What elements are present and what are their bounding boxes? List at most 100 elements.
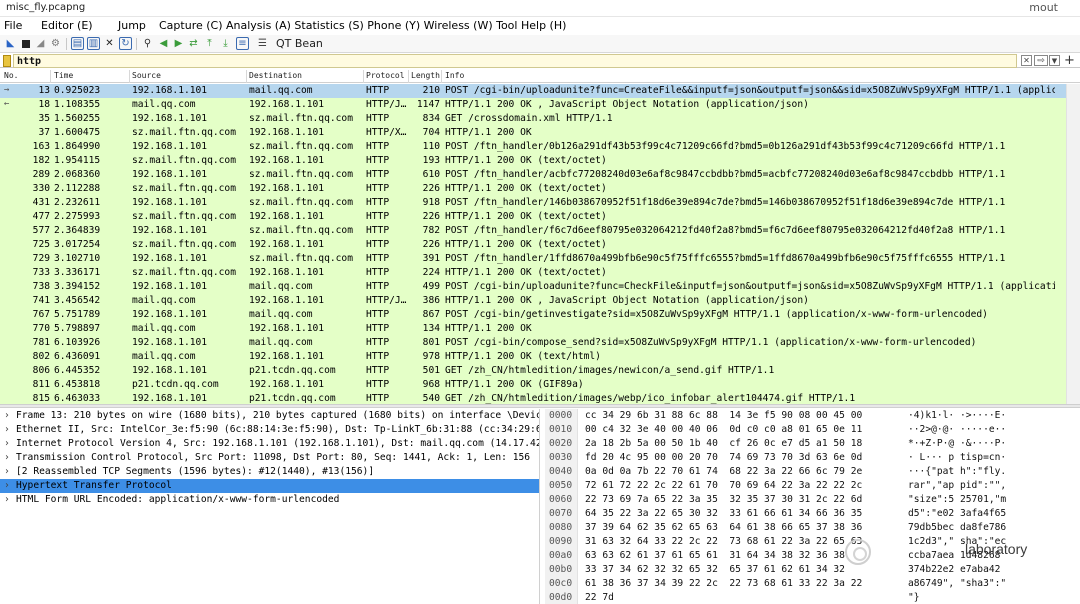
packet-time: 2.232611: [54, 197, 101, 208]
packet-row[interactable]: 330 2.112288 sz.mail.ftn.qq.com 192.168.1.1…: [0, 182, 1080, 196]
packet-row[interactable]: 741 3.456542 mail.qq.com 192.168.1.101 HTTP/…: [0, 294, 1080, 308]
col-header-source[interactable]: Source: [132, 71, 161, 80]
restart-icon[interactable]: ◢: [34, 37, 47, 50]
packet-row[interactable]: 781 6.103926 192.168.1.101 mail.qq.com HTTP 8…: [0, 336, 1080, 350]
packet-source: mail.qq.com: [132, 99, 196, 110]
col-header-no[interactable]: No.: [4, 71, 18, 80]
column-separator[interactable]: [50, 70, 51, 83]
add-filter-button-icon[interactable]: +: [1064, 53, 1075, 68]
autoscroll-icon[interactable]: ≡: [236, 37, 249, 50]
shark-fin-icon[interactable]: ◣: [4, 37, 17, 50]
reload-icon[interactable]: ↻: [119, 37, 132, 50]
packet-row[interactable]: 802 6.436091 mail.qq.com 192.168.1.101 HTTP 9…: [0, 350, 1080, 364]
colorize-icon[interactable]: ☰: [256, 37, 269, 50]
column-separator[interactable]: [408, 70, 409, 83]
bytes-row[interactable]: 0000 cc 34 29 6b 31 88 6c 88 14 3e f5 90 …: [545, 409, 1080, 423]
packet-row[interactable]: 577 2.364839 192.168.1.101 sz.mail.ftn.qq.c…: [0, 224, 1080, 238]
packet-source: 192.168.1.101: [132, 337, 208, 348]
packet-row[interactable]: 725 3.017254 sz.mail.ftn.qq.com 192.168.1.1…: [0, 238, 1080, 252]
column-separator[interactable]: [363, 70, 364, 83]
apply-filter-icon[interactable]: ⇨: [1034, 55, 1048, 66]
back-icon[interactable]: ◀: [157, 37, 170, 50]
stop-icon[interactable]: [19, 37, 32, 50]
detail-tree-item[interactable]: › Transmission Control Protocol, Src Port…: [0, 451, 539, 465]
minimize-button[interactable]: mout: [1029, 1, 1058, 14]
menu-edit[interactable]: Editor (E): [41, 19, 93, 32]
find-icon[interactable]: ⚲: [141, 37, 154, 50]
bytes-hex: 0a 0d 0a 7b 22 70 61 74 68 22 3a 22 66 6…: [585, 466, 863, 477]
packet-source: 192.168.1.101: [132, 393, 208, 404]
options-icon[interactable]: ⚙: [49, 37, 62, 50]
detail-tree-item[interactable]: › HTML Form URL Encoded: application/x-ww…: [0, 493, 539, 507]
packet-length: 499: [422, 281, 440, 292]
column-separator[interactable]: [246, 70, 247, 83]
expand-arrow-icon[interactable]: ›: [4, 466, 10, 477]
packet-time: 2.068360: [54, 169, 101, 180]
menu-file[interactable]: File: [4, 19, 22, 32]
packet-row[interactable]: 477 2.275993 sz.mail.ftn.qq.com 192.168.1.1…: [0, 210, 1080, 224]
column-separator[interactable]: [129, 70, 130, 83]
bytes-row[interactable]: 0020 2a 18 2b 5a 00 50 1b 40 cf 26 0c e7 …: [545, 437, 1080, 451]
packet-row[interactable]: 733 3.336171 sz.mail.ftn.qq.com 192.168.1.1…: [0, 266, 1080, 280]
menu-jump[interactable]: Jump: [118, 19, 146, 32]
detail-tree-item[interactable]: › Frame 13: 210 bytes on wire (1680 bits)…: [0, 409, 539, 423]
packet-row[interactable]: 729 3.102710 192.168.1.101 sz.mail.ftn.qq.c…: [0, 252, 1080, 266]
detail-tree-item[interactable]: › Internet Protocol Version 4, Src: 192.1…: [0, 437, 539, 451]
col-header-time[interactable]: Time: [54, 71, 73, 80]
packet-row[interactable]: 738 3.394152 192.168.1.101 mail.qq.com HTTP 4…: [0, 280, 1080, 294]
detail-tree-item[interactable]: › [2 Reassembled TCP Segments (1596 bytes…: [0, 465, 539, 479]
packet-row[interactable]: ← 18 1.108355 mail.qq.com 192.168.1.101 HTTP/…: [0, 98, 1080, 112]
first-packet-icon[interactable]: ⤒: [203, 37, 216, 50]
packet-details-pane: › Frame 13: 210 bytes on wire (1680 bits)…: [0, 409, 540, 604]
clear-filter-icon[interactable]: ✕: [1021, 55, 1032, 66]
packet-source: sz.mail.ftn.qq.com: [132, 211, 236, 222]
detail-tree-item[interactable]: › Hypertext Transfer Protocol: [0, 479, 539, 493]
packet-row[interactable]: 770 5.798897 mail.qq.com 192.168.1.101 HTTP 1…: [0, 322, 1080, 336]
expand-arrow-icon[interactable]: ›: [4, 452, 10, 463]
bytes-row[interactable]: 0080 37 39 64 62 35 62 65 63 64 61 38 66 …: [545, 521, 1080, 535]
col-header-protocol[interactable]: Protocol: [366, 71, 405, 80]
packet-row[interactable]: 289 2.068360 192.168.1.101 sz.mail.ftn.qq.c…: [0, 168, 1080, 182]
packet-row[interactable]: 182 1.954115 sz.mail.ftn.qq.com 192.168.1.1…: [0, 154, 1080, 168]
col-header-destination[interactable]: Destination: [249, 71, 302, 80]
bytes-row[interactable]: 0060 22 73 69 7a 65 22 3a 35 32 35 37 30 …: [545, 493, 1080, 507]
bytes-row[interactable]: 0050 72 61 72 22 2c 22 61 70 70 69 64 22 …: [545, 479, 1080, 493]
bytes-row[interactable]: 0040 0a 0d 0a 7b 22 70 61 74 68 22 3a 22 …: [545, 465, 1080, 479]
qt-bean-label[interactable]: QT Bean: [276, 37, 323, 50]
detail-tree-item[interactable]: › Ethernet II, Src: IntelCor_3e:f5:90 (6c…: [0, 423, 539, 437]
expand-arrow-icon[interactable]: ›: [4, 438, 10, 449]
packet-row[interactable]: 37 1.600475 sz.mail.ftn.qq.com 192.168.1.10…: [0, 126, 1080, 140]
bookmark-icon[interactable]: [3, 55, 11, 67]
col-header-length[interactable]: Length: [411, 71, 440, 80]
bytes-row[interactable]: 0010 00 c4 32 3e 40 00 40 06 0d c0 c0 a8 …: [545, 423, 1080, 437]
packet-row[interactable]: 806 6.445352 192.168.1.101 p21.tcdn.qq.com H…: [0, 364, 1080, 378]
expand-arrow-icon[interactable]: ›: [4, 494, 10, 505]
packet-row[interactable]: 431 2.232611 192.168.1.101 sz.mail.ftn.qq.c…: [0, 196, 1080, 210]
forward-icon[interactable]: ▶: [172, 37, 185, 50]
display-filter-input[interactable]: http: [13, 54, 1017, 68]
packet-list-scrollbar[interactable]: [1066, 84, 1080, 404]
packet-row[interactable]: 815 6.463033 192.168.1.101 p21.tcdn.qq.com H…: [0, 392, 1080, 404]
bytes-row[interactable]: 00c0 61 38 36 37 34 39 22 2c 22 73 68 61 …: [545, 577, 1080, 591]
packet-row[interactable]: 767 5.751789 192.168.1.101 mail.qq.com HTTP 8…: [0, 308, 1080, 322]
go-to-packet-icon[interactable]: ⇄: [187, 37, 200, 50]
open-file-icon[interactable]: ▤: [71, 37, 84, 50]
filter-history-dropdown-icon[interactable]: ▼: [1049, 55, 1060, 66]
bytes-row[interactable]: 00d0 22 7d "}: [545, 591, 1080, 604]
col-header-info[interactable]: Info: [445, 71, 464, 80]
packet-row[interactable]: → 13 0.925023 192.168.1.101 mail.qq.com HTTP 2…: [0, 84, 1080, 98]
bytes-row[interactable]: 0030 fd 20 4c 95 00 00 20 70 74 69 73 70 …: [545, 451, 1080, 465]
menu-rest[interactable]: Capture (C) Analysis (A) Statistics (S) …: [159, 19, 566, 32]
save-file-icon[interactable]: ▥: [87, 37, 100, 50]
expand-arrow-icon[interactable]: ›: [4, 410, 10, 421]
packet-row[interactable]: 163 1.864990 192.168.1.101 sz.mail.ftn.qq.c…: [0, 140, 1080, 154]
last-packet-icon[interactable]: ⤓: [219, 37, 232, 50]
expand-arrow-icon[interactable]: ›: [4, 424, 10, 435]
pane-splitter[interactable]: [0, 404, 1080, 408]
packet-row[interactable]: 811 6.453818 p21.tcdn.qq.com 192.168.1.101 H…: [0, 378, 1080, 392]
close-file-icon[interactable]: ✕: [103, 37, 116, 50]
bytes-row[interactable]: 0070 64 35 22 3a 22 65 30 32 33 61 66 61 …: [545, 507, 1080, 521]
expand-arrow-icon[interactable]: ›: [4, 480, 10, 491]
column-separator[interactable]: [441, 70, 442, 83]
packet-row[interactable]: 35 1.560255 192.168.1.101 sz.mail.ftn.qq.co…: [0, 112, 1080, 126]
